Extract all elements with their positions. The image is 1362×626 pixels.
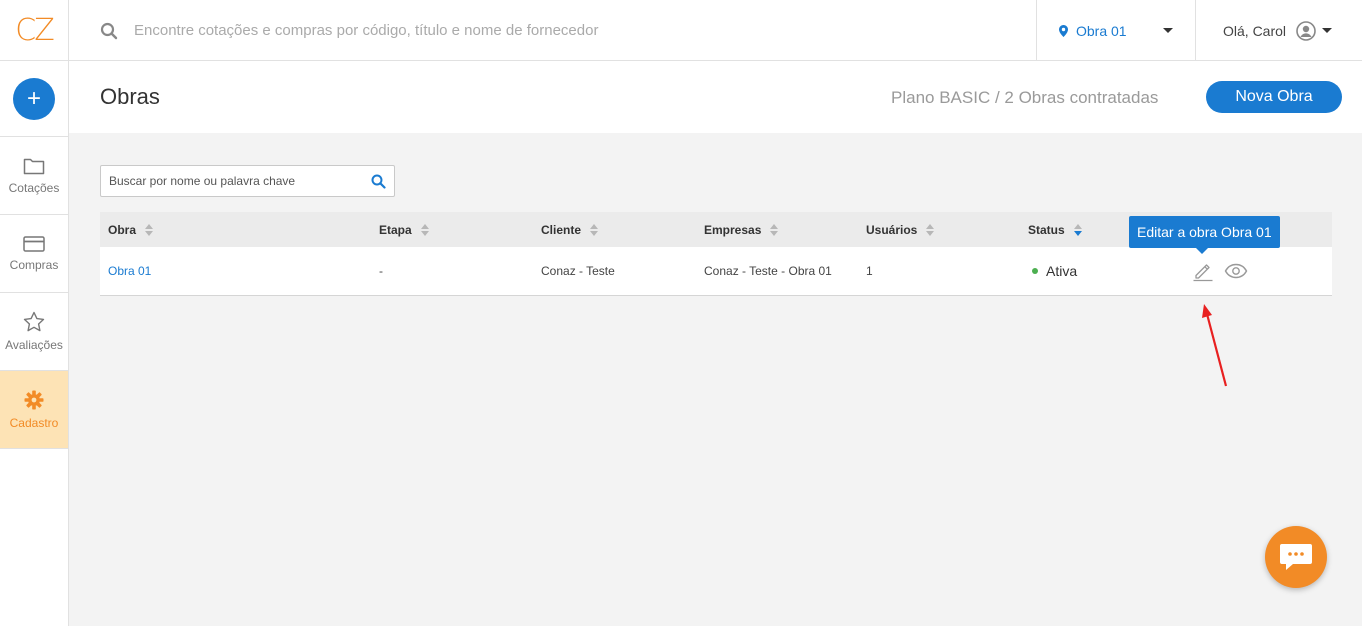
obra-name-link[interactable]: Obra 01 <box>108 247 151 295</box>
credit-card-icon <box>23 235 45 252</box>
search-icon[interactable] <box>371 174 386 189</box>
sort-icon <box>420 223 429 236</box>
new-obra-button[interactable]: Nova Obra <box>1206 81 1342 113</box>
etapa-cell: - <box>379 264 383 278</box>
row-actions <box>1191 259 1257 283</box>
annotation-arrow-icon <box>1202 304 1228 387</box>
column-label: Obra <box>108 222 137 237</box>
logo-text: CZ <box>15 13 54 48</box>
sidebar-item-cotacoes[interactable]: Cotações <box>0 137 68 215</box>
add-button[interactable]: + <box>13 77 55 120</box>
add-wrap: + <box>0 61 68 137</box>
folder-icon <box>23 158 45 174</box>
column-header-cliente[interactable]: Cliente <box>541 212 599 247</box>
status-badge: Ativa <box>1046 263 1078 279</box>
eye-icon <box>1224 263 1248 279</box>
view-button[interactable] <box>1224 259 1248 283</box>
gear-icon <box>24 390 44 409</box>
edit-button[interactable] <box>1191 259 1215 283</box>
chevron-down-icon <box>1322 28 1333 33</box>
sidebar-item-label: Cadastro <box>9 415 59 430</box>
sidebar-item-label: Avaliações <box>5 338 63 352</box>
column-label: Cliente <box>541 222 582 237</box>
column-header-status[interactable]: Status <box>1028 212 1082 247</box>
obra-selector[interactable]: Obra 01 <box>1036 0 1196 61</box>
page-header: Obras Plano BASIC / 2 Obras contratadas … <box>69 61 1362 133</box>
column-label: Empresas <box>704 222 762 237</box>
usuarios-cell: 1 <box>866 264 873 278</box>
column-label: Etapa <box>379 222 412 237</box>
top-bar: CZ Encontre cotações e compras por códig… <box>0 0 1362 61</box>
sort-icon <box>590 223 599 236</box>
cliente-cell: Conaz - Teste <box>541 264 615 278</box>
sort-icon <box>926 223 935 236</box>
column-header-usuarios[interactable]: Usuários <box>866 212 935 247</box>
chat-bubble-icon <box>1280 544 1312 570</box>
column-header-etapa[interactable]: Etapa <box>379 212 429 247</box>
main-content: Buscar por nome ou palavra chave Obra Et… <box>69 133 1362 626</box>
obra-selector-label: Obra 01 <box>1076 22 1127 39</box>
sort-desc-icon <box>1073 223 1082 236</box>
page-title: Obras <box>100 84 160 109</box>
column-header-obra[interactable]: Obra <box>108 212 154 247</box>
chevron-down-icon <box>1163 28 1173 33</box>
logo[interactable]: CZ <box>0 0 69 61</box>
sidebar-item-label: Cotações <box>8 180 60 195</box>
user-menu[interactable]: Olá, Carol <box>1196 0 1362 61</box>
sort-icon <box>145 223 154 236</box>
search-icon <box>100 22 118 39</box>
sidebar: + Cotações Compras Avaliações Cadastro <box>0 61 69 626</box>
sidebar-item-label: Compras <box>9 257 59 272</box>
global-search-input[interactable]: Encontre cotações e compras por código, … <box>134 22 598 39</box>
chat-button[interactable] <box>1265 526 1327 588</box>
column-header-empresas[interactable]: Empresas <box>704 212 779 247</box>
empresas-cell: Conaz - Teste - Obra 01 <box>704 264 832 278</box>
sidebar-item-cadastro[interactable]: Cadastro <box>0 371 68 449</box>
column-label: Usuários <box>866 222 918 237</box>
sidebar-item-avaliacoes[interactable]: Avaliações <box>0 293 68 371</box>
sort-icon <box>770 223 779 236</box>
global-search[interactable]: Encontre cotações e compras por código, … <box>100 0 598 61</box>
map-pin-icon <box>1059 24 1068 37</box>
user-greeting: Olá, Carol <box>1223 22 1287 39</box>
obra-search-input[interactable]: Buscar por nome ou palavra chave <box>109 174 371 188</box>
star-icon <box>23 311 45 332</box>
obra-search-field[interactable]: Buscar por nome ou palavra chave <box>100 165 395 197</box>
pencil-icon <box>1193 264 1213 282</box>
table-row: Obra 01 - Conaz - Teste Conaz - Teste - … <box>100 247 1332 296</box>
sidebar-item-compras[interactable]: Compras <box>0 215 68 293</box>
plan-info: Plano BASIC / 2 Obras contratadas <box>891 88 1159 107</box>
status-cell: Ativa <box>1032 247 1077 295</box>
column-label: Status <box>1028 222 1065 237</box>
avatar-icon <box>1296 20 1316 41</box>
edit-tooltip: Editar a obra Obra 01 <box>1129 216 1280 254</box>
status-dot <box>1032 268 1038 274</box>
